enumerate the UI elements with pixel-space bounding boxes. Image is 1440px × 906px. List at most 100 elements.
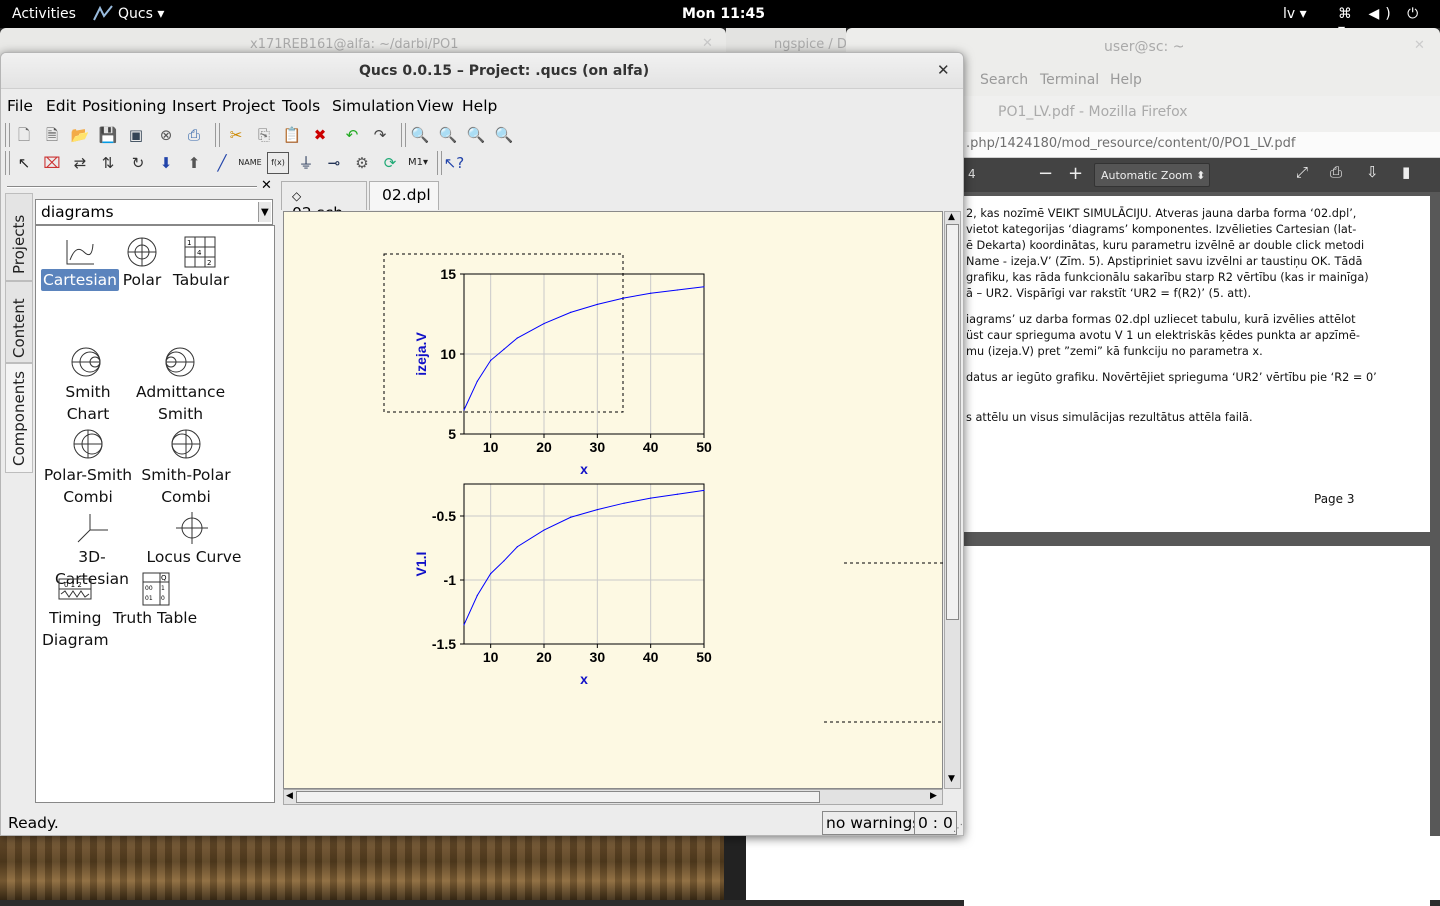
toolbar-grip[interactable] bbox=[5, 151, 10, 175]
tab-02-dpl[interactable]: 02.dpl bbox=[369, 181, 439, 210]
data-display-canvas[interactable]: 10 20 30 40 50 5 10 15 x izeja.V 10 20 30 40 50 -1.5 -1 -… bbox=[283, 211, 944, 789]
terminal-menu-help[interactable]: Help bbox=[1110, 72, 1142, 88]
equation-icon[interactable]: f(x) bbox=[267, 152, 289, 174]
menu-project[interactable]: Project bbox=[222, 97, 275, 115]
scroll-left-icon[interactable]: ◀ bbox=[286, 791, 293, 801]
url-bar[interactable]: .php/1424180/mod_resource/content/0/PO1_… bbox=[964, 132, 1440, 158]
terminal-menu-search[interactable]: Search bbox=[980, 72, 1028, 88]
tab-content[interactable]: Content bbox=[5, 281, 33, 363]
component-truth-table[interactable]: Truth Table bbox=[110, 607, 200, 629]
menu-positioning[interactable]: Positioning bbox=[82, 97, 166, 115]
close-icon[interactable]: ✕ bbox=[937, 61, 950, 79]
scroll-up-icon[interactable]: ▲ bbox=[948, 212, 955, 222]
paste-icon[interactable]: 📋 bbox=[281, 124, 303, 146]
keyboard-layout-indicator[interactable]: lv ▾ bbox=[1283, 6, 1307, 22]
scroll-right-icon[interactable]: ▶ bbox=[930, 791, 937, 801]
component-admittance-smith[interactable]: Admittance Smith bbox=[134, 381, 225, 425]
print-icon[interactable]: ⎙ bbox=[1330, 163, 1342, 181]
zoom-out-icon[interactable]: − bbox=[1038, 163, 1053, 184]
chevron-down-icon[interactable]: ▼ bbox=[258, 202, 271, 222]
close-icon[interactable]: ✕ bbox=[1414, 38, 1425, 53]
app-menu[interactable]: Qucs ▾ bbox=[118, 6, 164, 22]
component-cartesian[interactable]: Cartesian bbox=[40, 269, 120, 291]
wire-icon[interactable]: ╱ bbox=[211, 152, 233, 174]
menu-file[interactable]: File bbox=[7, 97, 33, 115]
toolbar-grip[interactable] bbox=[5, 123, 10, 147]
clock[interactable]: Mon 11:45 bbox=[682, 6, 765, 22]
qucs-title-bar[interactable]: Qucs 0.0.15 – Project: .qucs (on alfa) ✕ bbox=[1, 53, 963, 89]
close-icon[interactable]: ✕ bbox=[702, 36, 713, 51]
warnings-indicator[interactable]: no warnings bbox=[822, 811, 925, 835]
component-locus-curve[interactable]: Locus Curve bbox=[144, 546, 244, 568]
scroll-down-icon[interactable]: ▼ bbox=[948, 774, 955, 784]
vertical-scroll-thumb[interactable] bbox=[946, 224, 959, 620]
component-polar[interactable]: Polar bbox=[118, 269, 166, 291]
qucs-window[interactable]: Qucs 0.0.15 – Project: .qucs (on alfa) ✕… bbox=[0, 52, 964, 836]
component-3d-cartesian[interactable]: 3D-Cartesian bbox=[40, 546, 144, 590]
tab-components[interactable]: Components bbox=[5, 363, 33, 473]
new-text-icon[interactable]: 🗎 bbox=[41, 124, 63, 146]
undo-icon[interactable]: ↶ bbox=[341, 124, 363, 146]
menu-view[interactable]: View bbox=[417, 97, 454, 115]
redo-icon[interactable]: ↷ bbox=[369, 124, 391, 146]
mirror-y-icon[interactable]: ⇅ bbox=[97, 152, 119, 174]
download-icon[interactable]: ⇩ bbox=[1366, 163, 1379, 181]
whats-this-icon[interactable]: ↖? bbox=[443, 152, 465, 174]
enter-subcircuit-icon[interactable]: ⬇ bbox=[155, 152, 177, 174]
data-point bbox=[503, 560, 505, 562]
toolbar-grip[interactable] bbox=[401, 123, 406, 147]
set-marker-icon[interactable]: M1▾ bbox=[407, 152, 429, 174]
exit-subcircuit-icon[interactable]: ⬆ bbox=[183, 152, 205, 174]
menu-tools[interactable]: Tools bbox=[282, 97, 320, 115]
component-smith-chart[interactable]: Smith Chart bbox=[40, 381, 136, 425]
component-tabular[interactable]: Tabular bbox=[166, 269, 236, 291]
save-icon[interactable]: 💾 bbox=[97, 124, 119, 146]
resize-grip-icon[interactable]: ⋰ bbox=[953, 823, 963, 834]
toolbar-grip[interactable] bbox=[437, 151, 442, 175]
menu-simulation[interactable]: Simulation bbox=[332, 97, 415, 115]
menu-help[interactable]: Help bbox=[462, 97, 497, 115]
close-document-icon[interactable]: ⊗ bbox=[155, 124, 177, 146]
zoom-select[interactable]: Automatic Zoom ⬍ bbox=[1094, 163, 1210, 187]
component-polar-smith[interactable]: Polar-Smith Combi bbox=[40, 464, 136, 508]
component-smith-polar[interactable]: Smith-Polar Combi bbox=[136, 464, 236, 508]
bookmark-icon[interactable]: ▮ bbox=[1402, 163, 1410, 181]
component-category-select[interactable]: diagrams ▼ bbox=[35, 199, 273, 225]
firefox-pdf-window[interactable]: PO1_LV.pdf - Mozilla Firefox .php/142418… bbox=[964, 96, 1440, 906]
menu-edit[interactable]: Edit bbox=[46, 97, 76, 115]
horizontal-scrollbar[interactable]: ◀ ▶ bbox=[283, 789, 943, 805]
zoom-in-icon[interactable]: + bbox=[1068, 163, 1083, 184]
tab-projects[interactable]: Projects bbox=[5, 193, 33, 281]
close-icon[interactable]: ✕ bbox=[261, 178, 272, 193]
vertical-scrollbar[interactable]: ▲ ▼ bbox=[944, 211, 961, 789]
rotate-icon[interactable]: ↻ bbox=[127, 152, 149, 174]
toolbar-grip[interactable] bbox=[215, 123, 220, 147]
mirror-x-icon[interactable]: ⇄ bbox=[69, 152, 91, 174]
copy-icon[interactable]: ⎘ bbox=[253, 124, 275, 146]
ground-icon[interactable]: ⏚ bbox=[295, 152, 317, 174]
select-pointer-icon[interactable]: ↖ bbox=[13, 152, 35, 174]
open-icon[interactable]: 📂 bbox=[69, 124, 91, 146]
pdf-page-number[interactable]: 4 bbox=[968, 167, 976, 181]
view-data-display-icon[interactable]: ⟳ bbox=[379, 152, 401, 174]
terminal-menu-terminal[interactable]: Terminal bbox=[1040, 72, 1099, 88]
menu-insert[interactable]: Insert bbox=[172, 97, 216, 115]
wire-label-icon[interactable]: NAME bbox=[238, 152, 261, 174]
simulate-icon[interactable]: ⚙ bbox=[351, 152, 373, 174]
save-all-icon[interactable]: ▣ bbox=[125, 124, 147, 146]
cut-icon[interactable]: ✂ bbox=[225, 124, 247, 146]
port-icon[interactable]: ⊸ bbox=[323, 152, 345, 174]
zoom-1to1-icon[interactable]: 🔍 bbox=[437, 124, 459, 146]
edit-activate-icon[interactable]: ⌧ bbox=[41, 152, 63, 174]
new-document-icon[interactable]: 🗋 bbox=[13, 124, 35, 146]
fullscreen-icon[interactable]: ⤢ bbox=[1296, 163, 1308, 181]
component-timing-diagram[interactable]: Timing Diagram bbox=[40, 607, 110, 651]
tab-02-sch[interactable]: ◇ 02.sch bbox=[281, 181, 367, 222]
zoom-out-icon[interactable]: 🔍 bbox=[493, 124, 515, 146]
activities-button[interactable]: Activities bbox=[12, 6, 76, 22]
delete-icon[interactable]: ✖ bbox=[309, 124, 331, 146]
zoom-fit-icon[interactable]: 🔍 bbox=[409, 124, 431, 146]
print-icon[interactable]: ⎙ bbox=[183, 124, 205, 146]
zoom-in-icon[interactable]: 🔍 bbox=[465, 124, 487, 146]
horizontal-scroll-thumb[interactable] bbox=[296, 791, 820, 803]
